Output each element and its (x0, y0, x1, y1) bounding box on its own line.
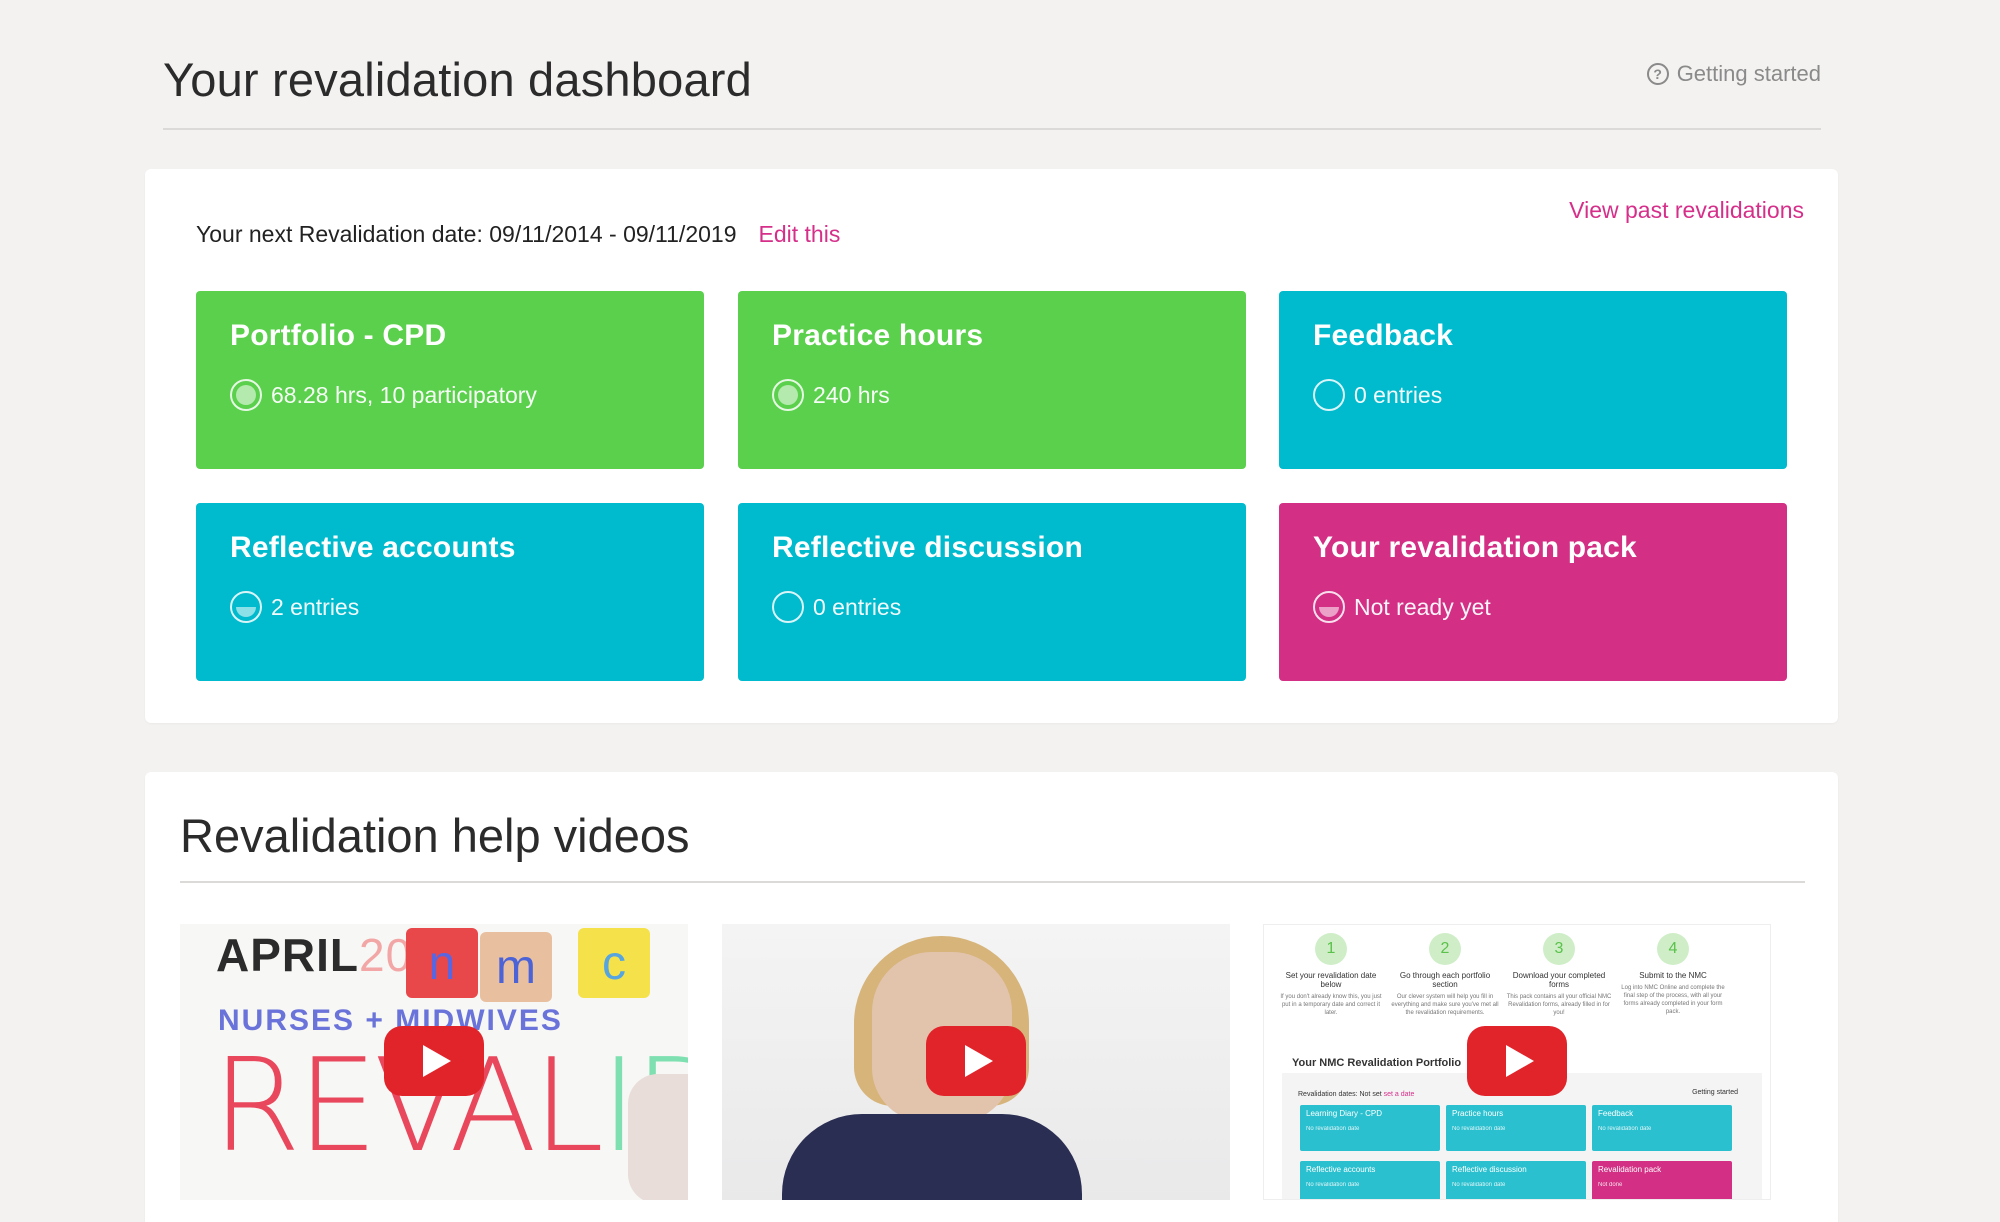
mini-tile: Reflective accounts No revalidation date (1300, 1161, 1440, 1199)
mini-tile: Feedback No revalidation date (1592, 1105, 1732, 1151)
mini-revalidation-dates: Revalidation dates: Not set set a date (1298, 1091, 1415, 1098)
tile-reflective-discussion[interactable]: Reflective discussion 0 entries (738, 503, 1246, 681)
divider (180, 881, 1805, 883)
tile-status-text: 240 hrs (813, 381, 890, 408)
tile-status: Not ready yet (1313, 591, 1753, 623)
hand-image (628, 1074, 688, 1200)
mini-tile: Reflective discussion No revalidation dat… (1446, 1161, 1586, 1199)
tile-status-text: 2 entries (271, 593, 360, 620)
step-4: 4 Submit to the NMC Log into NMC Online … (1618, 933, 1728, 1016)
revalidation-date-label: Your next Revalidation date: 09/11/2014 … (196, 221, 737, 247)
tile-title: Portfolio - CPD (230, 319, 447, 352)
letter-block: n (406, 928, 478, 998)
mini-tile: Revalidation pack Not done (1592, 1161, 1732, 1199)
progress-half-icon (230, 591, 262, 623)
play-button-icon[interactable] (1467, 1026, 1567, 1096)
tile-revalidation-pack[interactable]: Your revalidation pack Not ready yet (1279, 503, 1787, 681)
tile-status: 68.28 hrs, 10 participatory (230, 379, 670, 411)
tile-title: Feedback (1313, 319, 1453, 352)
mini-tile: Learning Diary - CPD No revalidation date (1300, 1105, 1440, 1151)
mini-portfolio-title: Your NMC Revalidation Portfolio (1292, 1057, 1462, 1069)
step-1: 1 Set your revalidation date below If yo… (1276, 933, 1386, 1017)
page-header: Your revalidation dashboard ? Getting st… (163, 48, 1821, 130)
getting-started-link[interactable]: ? Getting started (1646, 61, 1821, 87)
page-title: Your revalidation dashboard (163, 53, 752, 106)
tile-status: 0 entries (1313, 379, 1753, 411)
progress-full-icon (772, 379, 804, 411)
help-circle-icon: ? (1646, 63, 1669, 85)
tile-status: 2 entries (230, 591, 670, 623)
mini-getting-started: Getting started (1692, 1089, 1738, 1096)
video-thumbnail-presenter[interactable] (722, 924, 1230, 1200)
getting-started-label: Getting started (1676, 61, 1821, 86)
video-thumbnail-portfolio-walkthrough[interactable]: 1 Set your revalidation date below If yo… (1263, 924, 1771, 1200)
progress-full-icon (230, 379, 262, 411)
tile-title: Reflective accounts (230, 531, 516, 564)
tile-reflective-accounts[interactable]: Reflective accounts 2 entries (196, 503, 704, 681)
mini-tile: Practice hours No revalidation date (1446, 1105, 1586, 1151)
video-thumbnail-nmc-revalidation[interactable]: APRIL2016 n m c NURSES + MIDWIVES REVALI… (180, 924, 688, 1200)
letter-block: c (578, 928, 650, 998)
revalidation-date-row: Your next Revalidation date: 09/11/2014 … (196, 221, 840, 248)
letter-block: m (480, 932, 552, 1002)
help-videos-title: Revalidation help videos (180, 809, 690, 862)
tile-title: Your revalidation pack (1313, 531, 1637, 564)
play-button-icon[interactable] (384, 1026, 484, 1096)
tile-status-text: Not ready yet (1354, 593, 1491, 620)
edit-revalidation-date-link[interactable]: Edit this (759, 221, 841, 248)
step-3: 3 Download your completed forms This pac… (1504, 933, 1614, 1017)
presenter-body (782, 1114, 1082, 1200)
tile-title: Practice hours (772, 319, 984, 352)
view-past-revalidations-link[interactable]: View past revalidations (1569, 197, 1804, 224)
tile-portfolio-cpd[interactable]: Portfolio - CPD 68.28 hrs, 10 participat… (196, 291, 704, 469)
tile-practice-hours[interactable]: Practice hours 240 hrs (738, 291, 1246, 469)
help-videos-card: Revalidation help videos APRIL2016 n m c… (145, 772, 1838, 1222)
tile-feedback[interactable]: Feedback 0 entries (1279, 291, 1787, 469)
step-2: 2 Go through each portfolio section Our … (1390, 933, 1500, 1017)
tile-status: 0 entries (772, 591, 1212, 623)
progress-empty-icon (772, 591, 804, 623)
progress-empty-icon (1313, 379, 1345, 411)
tile-status-text: 0 entries (813, 593, 902, 620)
progress-half-icon (1313, 591, 1345, 623)
tile-status: 240 hrs (772, 379, 1212, 411)
play-button-icon[interactable] (926, 1026, 1026, 1096)
tile-status-text: 68.28 hrs, 10 participatory (271, 381, 537, 408)
tile-title: Reflective discussion (772, 531, 1083, 564)
tile-status-text: 0 entries (1354, 381, 1443, 408)
dashboard-card: View past revalidations Your next Revali… (145, 169, 1838, 723)
